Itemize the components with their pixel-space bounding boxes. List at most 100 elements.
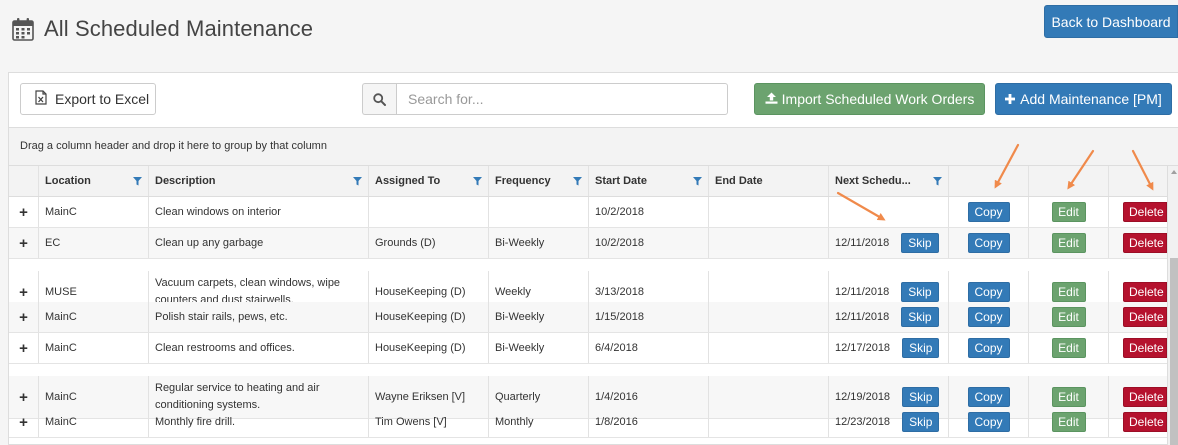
expand-row-button[interactable]: + [9, 228, 38, 258]
maintenance-grid: Location Description Assigned To Frequency S… [9, 166, 1178, 445]
scroll-up-arrow-icon[interactable] [1171, 170, 1177, 174]
cell-end-date [708, 197, 828, 227]
skip-button[interactable]: Skip [901, 307, 939, 327]
expand-row-button[interactable]: + [9, 197, 38, 227]
filter-icon[interactable] [933, 177, 942, 186]
column-header-start-date[interactable]: Start Date [588, 166, 708, 196]
delete-button[interactable]: Delete [1123, 282, 1167, 302]
column-header-description[interactable]: Description [148, 166, 368, 196]
cell-start-date: 1/15/2018 [588, 302, 708, 332]
copy-button[interactable]: Copy [967, 282, 1010, 302]
edit-button[interactable]: Edit [1051, 412, 1086, 432]
delete-button[interactable]: Delete [1123, 387, 1167, 407]
next-scheduled-date: 12/23/2018 [835, 415, 891, 428]
filter-icon[interactable] [473, 177, 482, 186]
import-label: Import Scheduled Work Orders [781, 91, 975, 107]
skip-button[interactable]: Skip [902, 338, 940, 358]
search-icon[interactable] [362, 83, 396, 115]
group-drop-area[interactable]: Drag a column header and drop it here to… [9, 127, 1178, 166]
filter-icon[interactable] [573, 177, 582, 186]
excel-file-icon [35, 90, 47, 108]
cell-end-date [708, 407, 828, 437]
cell-start-date: 10/2/2018 [588, 228, 708, 258]
cell-assigned-to: HouseKeeping (D) [368, 333, 488, 363]
edit-button[interactable]: Edit [1051, 387, 1086, 407]
cell-location: EC [38, 228, 148, 258]
copy-button[interactable]: Copy [967, 307, 1010, 327]
copy-button[interactable]: Copy [967, 412, 1010, 432]
table-row: + MainC Monthly fire drill. Tim Owens [V] Mo… [9, 407, 1167, 438]
import-scheduled-work-orders-button[interactable]: Import Scheduled Work Orders [754, 83, 985, 115]
cell-description: Clean windows on interior [148, 197, 368, 227]
plus-icon [1005, 91, 1016, 107]
export-to-excel-button[interactable]: Export to Excel [20, 83, 156, 115]
skip-button[interactable]: Skip [901, 233, 939, 253]
vertical-scrollbar[interactable] [1167, 166, 1178, 445]
next-scheduled-date: 12/19/2018 [835, 390, 891, 403]
top-bar: All Scheduled Maintenance Back to Dashbo… [0, 0, 1178, 72]
filter-icon[interactable] [133, 177, 142, 186]
edit-button[interactable]: Edit [1051, 307, 1086, 327]
column-header-label: Frequency [495, 174, 551, 187]
next-scheduled-date: 12/11/2018 [835, 285, 890, 298]
copy-button[interactable]: Copy [967, 233, 1010, 253]
delete-cell: Delete [1108, 302, 1167, 332]
next-scheduled-date: 12/11/2018 [835, 310, 890, 323]
delete-cell: Delete [1108, 228, 1167, 258]
cell-end-date [708, 333, 828, 363]
delete-button[interactable]: Delete [1123, 412, 1167, 432]
header-copy-cell [948, 166, 1028, 196]
cell-next-scheduled: 12/11/2018 Skip [828, 228, 948, 258]
cell-next-scheduled [828, 197, 948, 227]
skip-button[interactable]: Skip [901, 282, 939, 302]
edit-button[interactable]: Edit [1051, 282, 1086, 302]
delete-button[interactable]: Delete [1123, 307, 1167, 327]
column-header-label: Location [45, 174, 91, 187]
delete-button[interactable]: Delete [1123, 202, 1167, 222]
cell-next-scheduled: 12/17/2018 Skip [828, 333, 948, 363]
export-to-excel-label: Export to Excel [55, 91, 150, 107]
expand-row-button[interactable]: + [9, 407, 38, 437]
edit-button[interactable]: Edit [1051, 202, 1086, 222]
edit-button[interactable]: Edit [1051, 233, 1086, 253]
scroll-thumb[interactable] [1170, 258, 1178, 445]
add-maintenance-button[interactable]: Add Maintenance [PM] [995, 83, 1172, 115]
search-input[interactable] [396, 83, 728, 115]
back-to-dashboard-button[interactable]: Back to Dashboard [1044, 5, 1178, 38]
delete-button[interactable]: Delete [1123, 233, 1167, 253]
cell-description: Polish stair rails, pews, etc. [148, 302, 368, 332]
search-group [362, 83, 728, 115]
filter-icon[interactable] [693, 177, 702, 186]
calendar-icon [12, 17, 34, 41]
column-header-label: End Date [715, 174, 763, 187]
toolbar: Export to Excel Import Scheduled Work Or… [9, 73, 1178, 127]
upload-icon [765, 91, 778, 107]
column-header-label: Description [155, 174, 216, 187]
skip-button[interactable]: Skip [902, 387, 940, 407]
delete-button[interactable]: Delete [1123, 338, 1167, 358]
copy-button[interactable]: Copy [967, 338, 1010, 358]
next-scheduled-date: 12/11/2018 [835, 236, 890, 249]
column-header-location[interactable]: Location [38, 166, 148, 196]
cell-end-date [708, 228, 828, 258]
edit-button[interactable]: Edit [1051, 338, 1086, 358]
cell-frequency: Monthly [488, 407, 588, 437]
cell-description: Clean up any garbage [148, 228, 368, 258]
cell-location: MainC [38, 197, 148, 227]
column-header-next-scheduled[interactable]: Next Schedu... [828, 166, 948, 196]
copy-button[interactable]: Copy [967, 202, 1010, 222]
expand-row-button[interactable]: + [9, 333, 38, 363]
cell-start-date: 1/8/2016 [588, 407, 708, 437]
skip-button[interactable]: Skip [902, 412, 940, 432]
copy-button[interactable]: Copy [967, 387, 1010, 407]
expand-row-button[interactable]: + [9, 302, 38, 332]
edit-cell: Edit [1028, 302, 1108, 332]
column-header-end-date[interactable]: End Date [708, 166, 828, 196]
column-header-frequency[interactable]: Frequency [488, 166, 588, 196]
edit-cell: Edit [1028, 228, 1108, 258]
filter-icon[interactable] [353, 177, 362, 186]
column-header-assigned-to[interactable]: Assigned To [368, 166, 488, 196]
cell-frequency: Bi-Weekly [488, 302, 588, 332]
table-row: + EC Clean up any garbage Grounds (D) Bi-Wee… [9, 228, 1167, 259]
add-maintenance-label: Add Maintenance [PM] [1020, 91, 1162, 107]
